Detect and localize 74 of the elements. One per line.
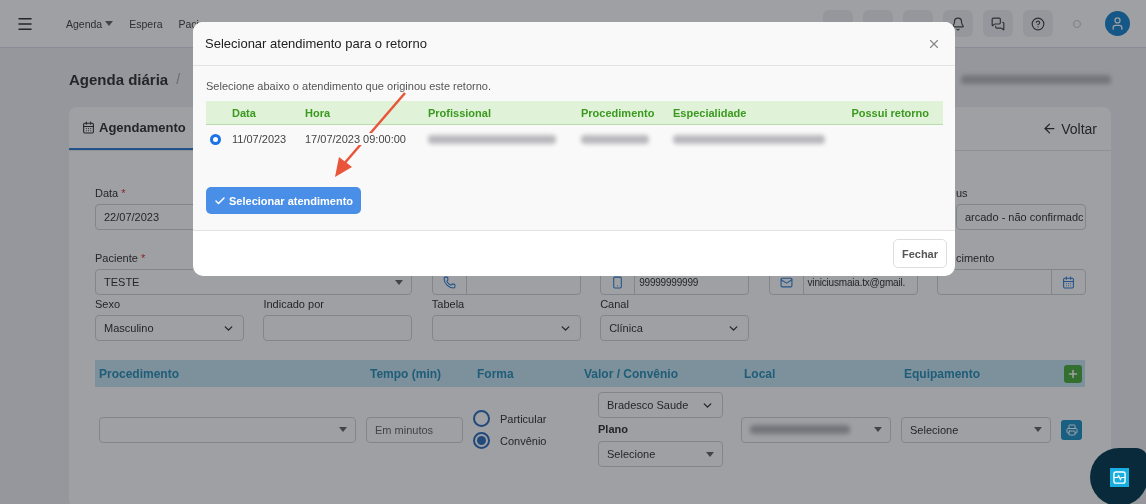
minutes-field[interactable]: Em minutos [366, 416, 463, 443]
check-icon [214, 194, 226, 207]
nav-link[interactable]: Espera [129, 17, 163, 30]
caret-icon [706, 451, 714, 457]
radio-label: Particular [500, 412, 547, 425]
radio-button[interactable] [210, 133, 221, 145]
breadcrumb-separator: / [176, 71, 181, 87]
radio-button[interactable] [473, 432, 490, 449]
help-icon [1031, 16, 1045, 31]
nav-link[interactable]: Agenda [66, 17, 103, 30]
column-header: Forma [477, 366, 515, 381]
select-field[interactable] [431, 315, 581, 341]
field-label: Indicado por [263, 298, 325, 311]
field-label: Plano [598, 423, 629, 436]
caret-icon [874, 427, 882, 432]
field-label: Tabela [431, 298, 466, 311]
printer-icon [1065, 423, 1078, 436]
column-header: Equipamento [904, 366, 981, 381]
field-label: Paciente * [95, 252, 147, 265]
radio-button[interactable] [473, 410, 490, 427]
add-button[interactable] [1064, 364, 1082, 383]
select-field[interactable] [99, 416, 356, 443]
column-header: Possui retorno [851, 106, 929, 119]
field-label: Canal [600, 298, 630, 311]
column-header: Procedimento [99, 366, 180, 381]
table-cell: 17/07/2023 09:00:00 [305, 133, 406, 145]
chat-button[interactable] [983, 10, 1013, 37]
caret-icon [105, 21, 114, 26]
column-header: Valor / Convênio [584, 366, 680, 381]
select-button[interactable]: Selecionar atendimento [206, 187, 362, 214]
field-label: Data * [95, 187, 127, 200]
radio-label: Convênio [500, 434, 547, 447]
print-button[interactable] [1061, 419, 1082, 440]
phone-icon [442, 275, 456, 289]
monitor-icon [1109, 467, 1129, 487]
field-label: us [954, 187, 969, 200]
bell-icon [951, 16, 965, 31]
instruction-text: Selecione abaixo o atendimento que originou este retorno. [206, 80, 492, 92]
user-avatar[interactable] [1105, 11, 1130, 36]
select-field[interactable]: Bradesco Saude [598, 392, 723, 418]
chat-icon [991, 16, 1005, 31]
smartphone-icon [611, 275, 625, 289]
calendar-icon [82, 121, 95, 134]
column-header: Tempo (min) [370, 366, 443, 381]
column-header: Especialidade [673, 106, 748, 119]
column-header: Procedimento [581, 106, 656, 119]
page-title: Agenda diária [69, 70, 169, 88]
modal-title: Selecionar atendimento para o retorno [205, 36, 427, 51]
text-field[interactable] [263, 315, 413, 341]
field-label: Sexo [95, 298, 122, 311]
floating-button[interactable] [1090, 448, 1146, 504]
caret-icon [1034, 427, 1042, 432]
caret-icon [339, 427, 347, 432]
select-field[interactable]: Selecione [598, 441, 723, 467]
table-cell-text: 11/07/2023 [232, 133, 288, 145]
column-header: Profissional [428, 106, 492, 119]
select-field[interactable]: arcado - não confirmadc [955, 204, 1086, 230]
user-icon [1110, 16, 1125, 31]
column-header: Local [744, 366, 777, 381]
back-link[interactable]: Voltar [1042, 107, 1097, 150]
close-button[interactable]: Fechar [892, 239, 947, 268]
select-field[interactable]: Selecione [901, 416, 1051, 443]
help-button[interactable] [1023, 10, 1053, 37]
column-header: Hora [305, 106, 332, 119]
date-field[interactable] [936, 269, 1086, 295]
select-field[interactable] [741, 416, 891, 443]
mail-icon [779, 275, 793, 289]
plus-icon [1067, 367, 1079, 380]
select-field[interactable]: Masculino [95, 315, 244, 341]
calendar-icon [1061, 275, 1075, 289]
redacted-text [581, 134, 649, 144]
column-header: Data [232, 106, 257, 119]
field-label: cimento [954, 252, 996, 265]
select-field[interactable]: Clínica [600, 315, 750, 341]
